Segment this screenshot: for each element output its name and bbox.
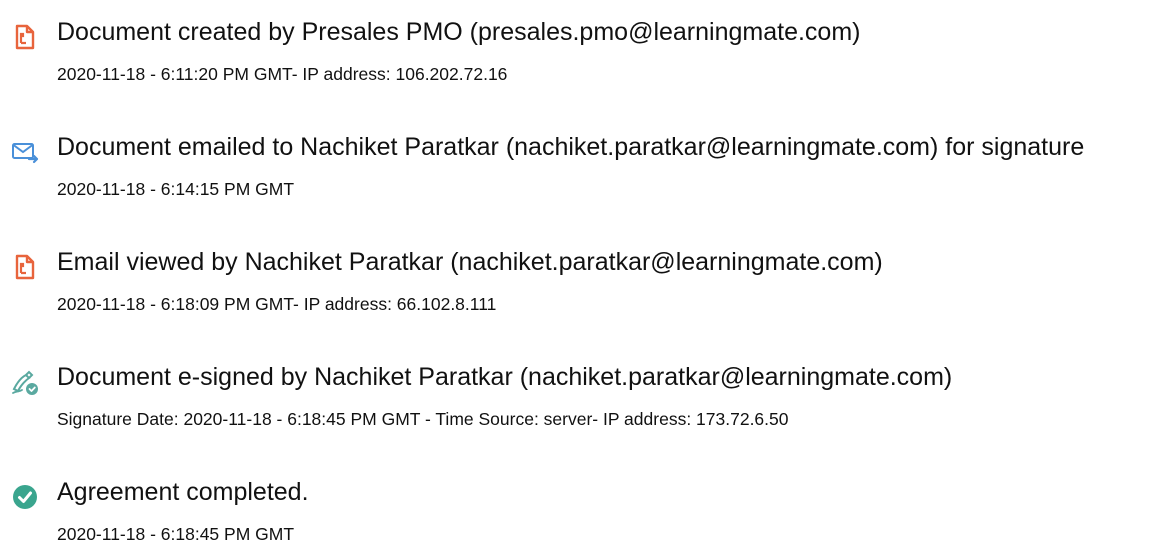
history-event-signed: Document e-signed by Nachiket Paratkar (… (0, 360, 1153, 440)
history-event-created: Document created by Presales PMO (presal… (0, 15, 1153, 95)
history-event-completed: Agreement completed. 2020-11-18 - 6:18:4… (0, 475, 1153, 555)
event-detail: 2020-11-18 - 6:14:15 PM GMT (57, 179, 295, 199)
event-detail: Signature Date: 2020-11-18 - 6:18:45 PM … (57, 409, 789, 429)
event-title: Document e-signed by Nachiket Paratkar (… (57, 363, 953, 391)
document-created-icon (10, 22, 40, 52)
event-detail: 2020-11-18 - 6:11:20 PM GMT- IP address:… (57, 64, 508, 84)
event-title: Document emailed to Nachiket Paratkar (n… (57, 133, 1085, 161)
event-title: Email viewed by Nachiket Paratkar (nachi… (57, 248, 883, 276)
history-event-emailed: Document emailed to Nachiket Paratkar (n… (0, 130, 1153, 210)
email-sent-icon (10, 137, 40, 167)
document-viewed-icon (10, 252, 40, 282)
event-detail: 2020-11-18 - 6:18:09 PM GMT- IP address:… (57, 294, 497, 314)
event-title: Document created by Presales PMO (presal… (57, 18, 861, 46)
check-circle-icon (10, 482, 40, 512)
event-title: Agreement completed. (57, 478, 309, 506)
audit-history-list: Document created by Presales PMO (presal… (0, 0, 1153, 544)
e-sign-icon (10, 367, 40, 397)
history-event-viewed: Email viewed by Nachiket Paratkar (nachi… (0, 245, 1153, 325)
